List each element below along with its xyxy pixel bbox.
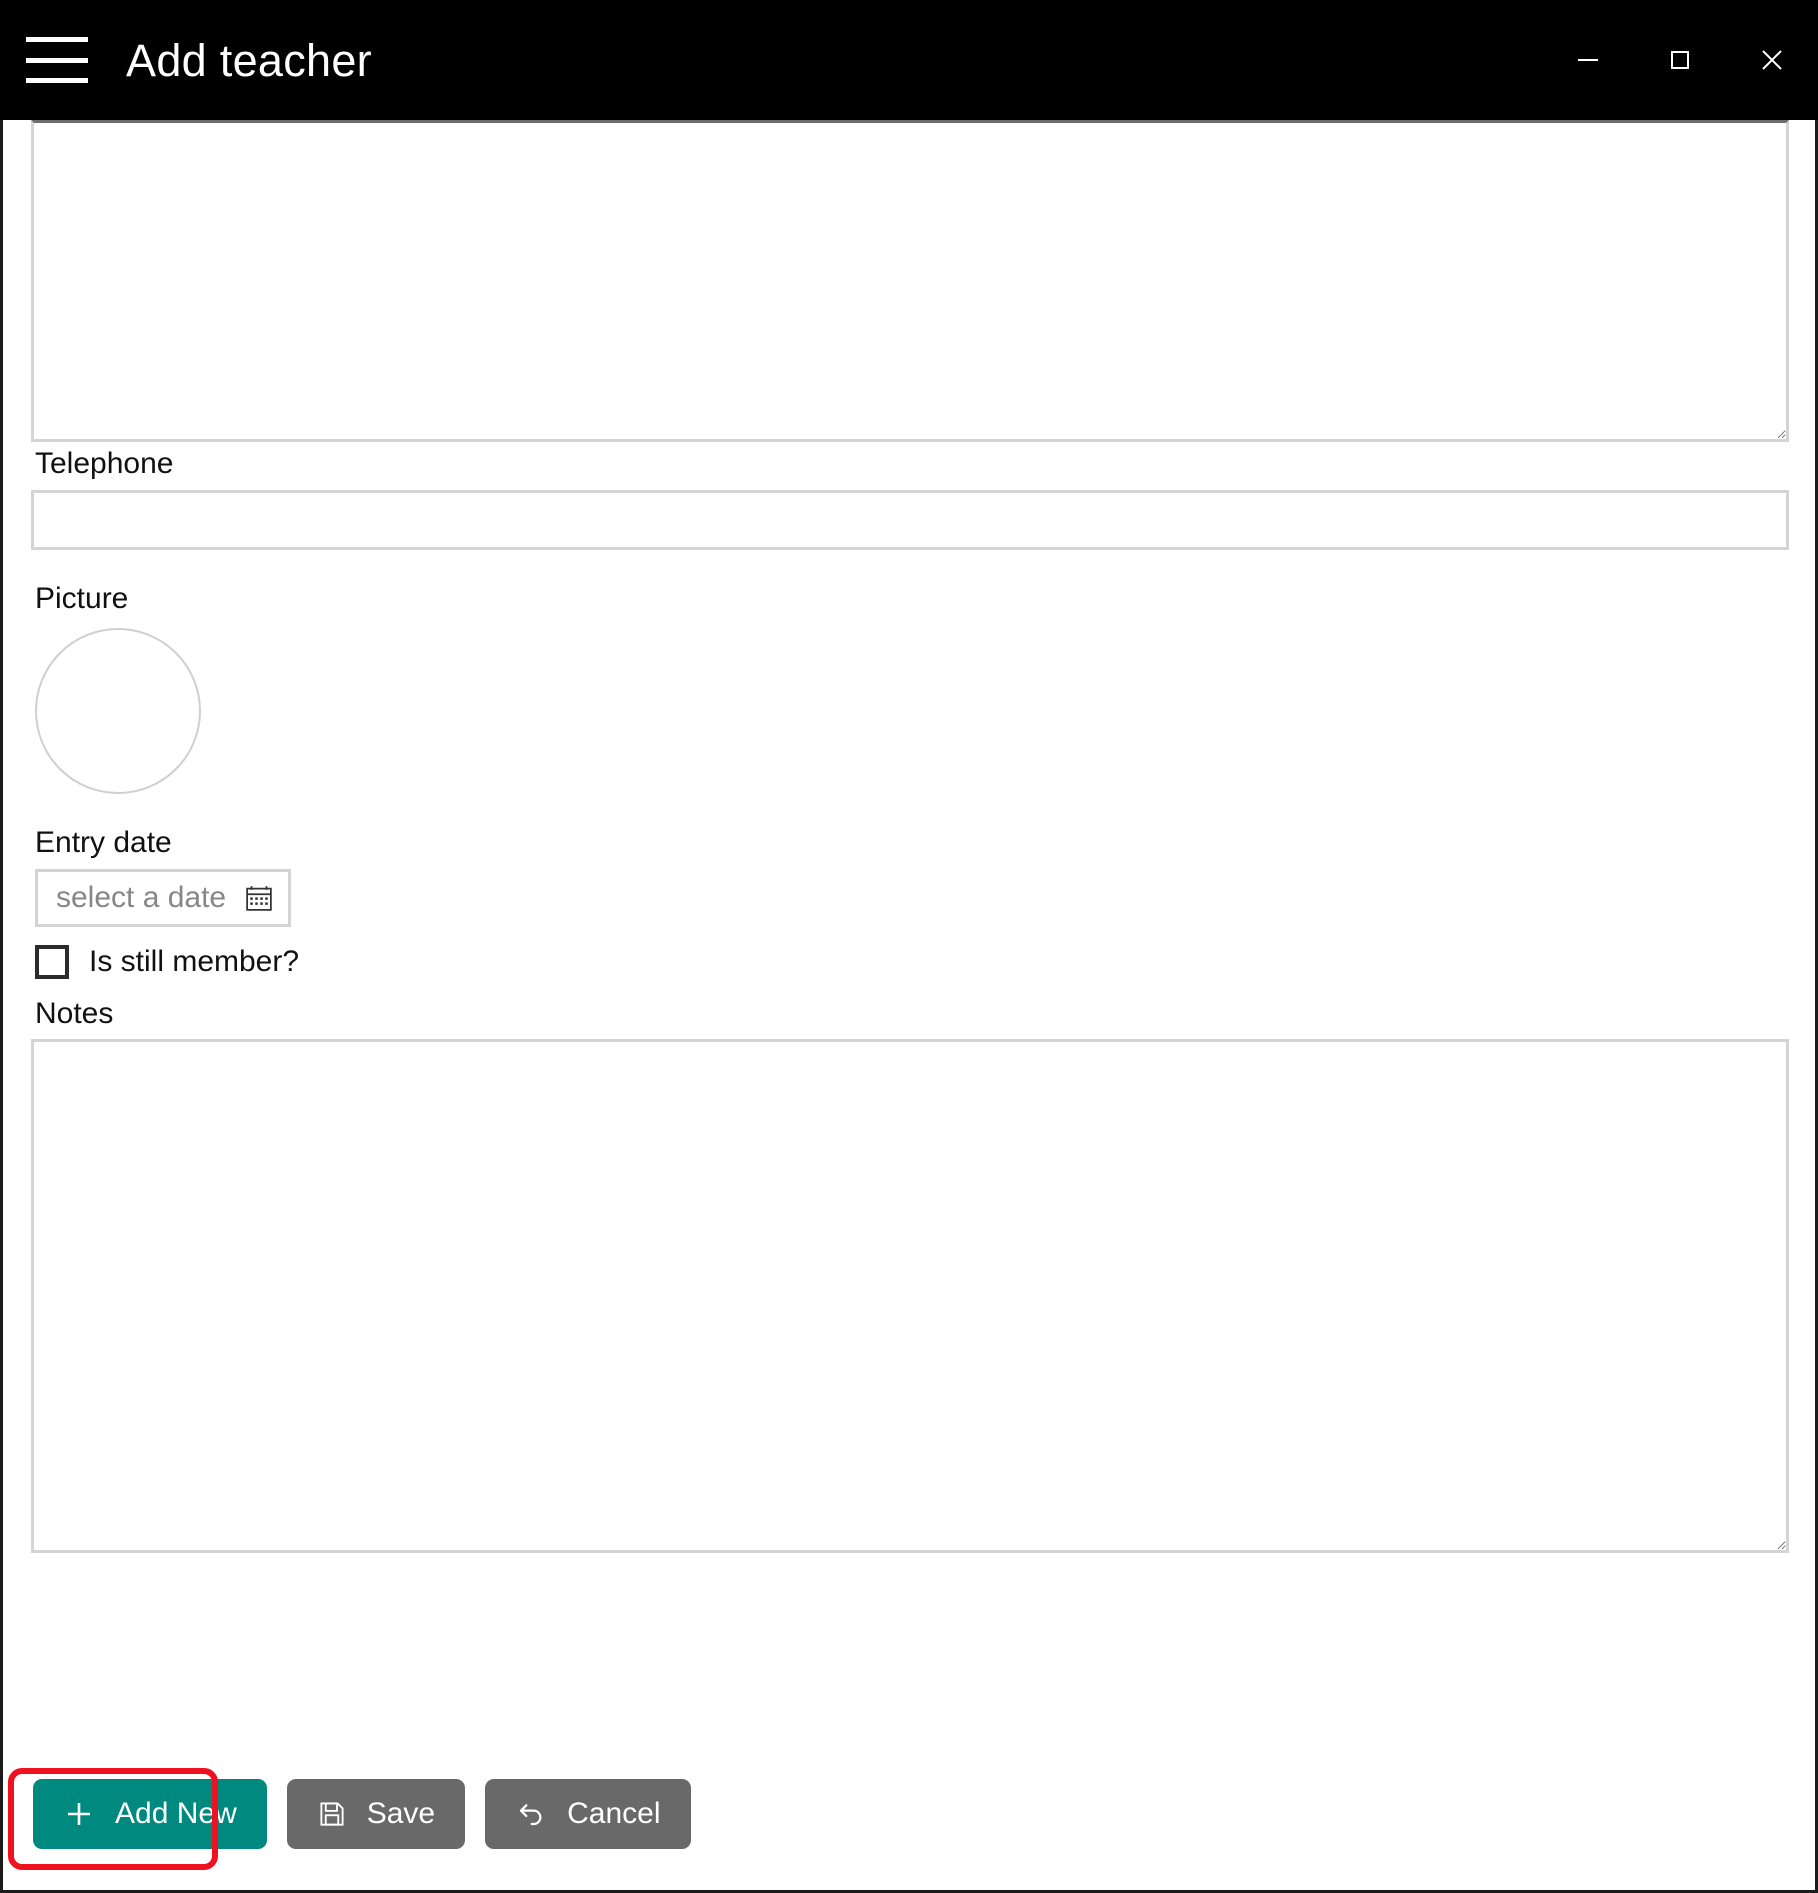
calendar-icon xyxy=(244,883,274,913)
page-title: Add teacher xyxy=(126,38,372,83)
save-label: Save xyxy=(367,1799,435,1829)
footer-toolbar: Add New Save xyxy=(3,1738,1815,1890)
telephone-input[interactable] xyxy=(31,490,1789,550)
address-textarea[interactable] xyxy=(31,120,1789,442)
spacer xyxy=(31,550,1789,582)
hamburger-bar xyxy=(26,58,88,63)
floppy-disk-icon xyxy=(317,1799,347,1829)
minimize-icon xyxy=(1573,45,1603,75)
undo-arrow-icon xyxy=(515,1798,547,1830)
avatar[interactable] xyxy=(35,628,201,794)
spacer xyxy=(31,794,1789,826)
hamburger-menu-icon[interactable] xyxy=(26,37,88,83)
is-still-member-label: Is still member? xyxy=(89,947,299,977)
content-area: Telephone Picture Entry date select a da… xyxy=(0,120,1818,1893)
window-controls xyxy=(1542,0,1818,120)
cancel-label: Cancel xyxy=(567,1799,660,1829)
entry-date-label: Entry date xyxy=(35,826,1789,861)
close-button[interactable] xyxy=(1726,0,1818,120)
hamburger-bar xyxy=(26,78,88,83)
notes-label: Notes xyxy=(35,997,1789,1032)
notes-textarea[interactable] xyxy=(31,1039,1789,1553)
form-body: Telephone Picture Entry date select a da… xyxy=(3,120,1815,1558)
entry-date-value: select a date xyxy=(56,883,226,913)
telephone-label: Telephone xyxy=(35,447,1789,482)
spacer xyxy=(31,979,1789,997)
save-button[interactable]: Save xyxy=(287,1779,465,1849)
minimize-button[interactable] xyxy=(1542,0,1634,120)
maximize-icon xyxy=(1665,45,1695,75)
hamburger-bar xyxy=(26,37,88,42)
app-window: Add teacher xyxy=(0,0,1818,1893)
add-new-label: Add New xyxy=(115,1799,237,1829)
is-still-member-checkbox[interactable] xyxy=(35,945,69,979)
titlebar: Add teacher xyxy=(0,0,1818,120)
cancel-button[interactable]: Cancel xyxy=(485,1779,690,1849)
maximize-button[interactable] xyxy=(1634,0,1726,120)
is-still-member-row[interactable]: Is still member? xyxy=(35,945,1789,979)
add-new-button[interactable]: Add New xyxy=(33,1779,267,1849)
entry-date-picker[interactable]: select a date xyxy=(35,869,291,927)
plus-icon xyxy=(63,1798,95,1830)
form-scroll-area[interactable]: Telephone Picture Entry date select a da… xyxy=(3,120,1815,1738)
close-icon xyxy=(1756,44,1788,76)
picture-label: Picture xyxy=(35,582,1789,617)
